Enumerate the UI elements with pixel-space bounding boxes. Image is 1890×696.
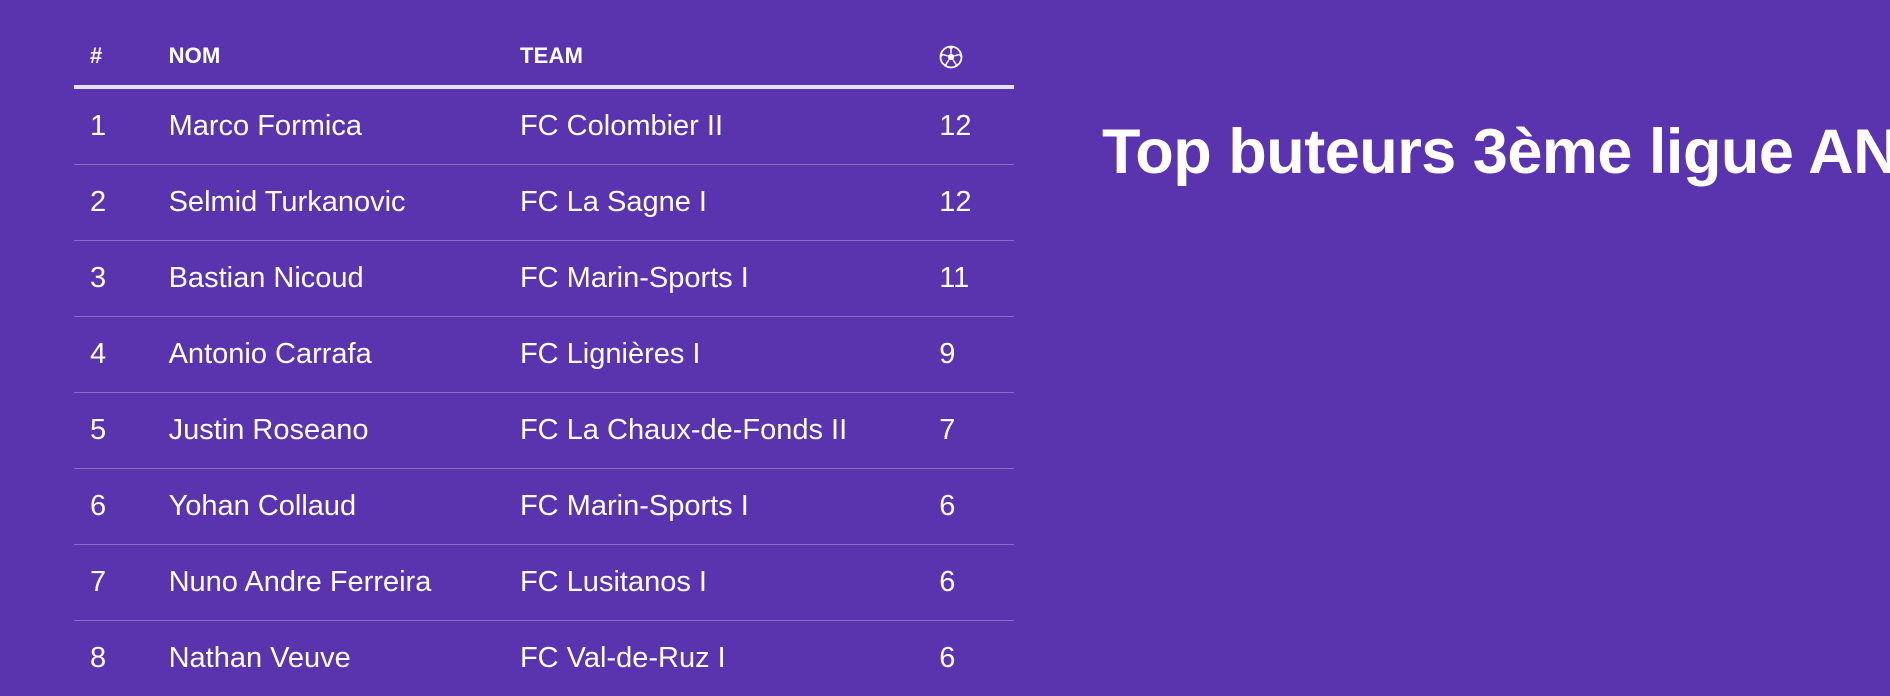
cell-team: FC Colombier II xyxy=(503,87,924,165)
cell-goals: 12 xyxy=(923,164,1014,241)
cell-goals: 9 xyxy=(923,316,1014,393)
cell-team: FC La Chaux-de-Fonds II xyxy=(503,392,924,469)
table-row: 5 Justin Roseano FC La Chaux-de-Fonds II… xyxy=(74,392,1014,469)
table-row: 7 Nuno Andre Ferreira FC Lusitanos I 6 xyxy=(74,544,1014,621)
table-row: 2 Selmid Turkanovic FC La Sagne I 12 xyxy=(74,164,1014,241)
cell-team: FC Marin-Sports I xyxy=(503,468,924,545)
cell-name: Marco Formica xyxy=(152,87,504,165)
cell-name: Selmid Turkanovic xyxy=(152,164,504,241)
cell-team: FC Lusitanos I xyxy=(503,544,924,621)
cell-name: Justin Roseano xyxy=(152,392,504,469)
cell-name: Nathan Veuve xyxy=(152,620,504,696)
cell-name: Yohan Collaud xyxy=(152,468,504,545)
cell-rank: 1 xyxy=(74,87,153,165)
column-header-team: TEAM xyxy=(503,26,924,89)
cell-team: FC Val-de-Ruz I xyxy=(503,620,924,696)
cell-rank: 2 xyxy=(74,164,153,241)
column-header-name: NOM xyxy=(152,26,504,89)
cell-goals: 6 xyxy=(923,620,1014,696)
table-row: 3 Bastian Nicoud FC Marin-Sports I 11 xyxy=(74,240,1014,317)
cell-team: FC La Sagne I xyxy=(503,164,924,241)
cell-rank: 7 xyxy=(74,544,153,621)
cell-rank: 4 xyxy=(74,316,153,393)
cell-goals: 12 xyxy=(923,87,1014,165)
cell-team: FC Lignières I xyxy=(503,316,924,393)
table-row: 1 Marco Formica FC Colombier II 12 xyxy=(74,87,1014,165)
table-row: 8 Nathan Veuve FC Val-de-Ruz I 6 xyxy=(74,620,1014,696)
column-header-rank: # xyxy=(74,26,153,89)
cell-name: Nuno Andre Ferreira xyxy=(152,544,504,621)
cell-goals: 6 xyxy=(923,468,1014,545)
top-scorers-table: # NOM TEAM 1 Marco Formica FC Colombier … xyxy=(74,26,1014,696)
cell-rank: 3 xyxy=(74,240,153,317)
page-title: Top buteurs 3ème ligue ANF xyxy=(1102,117,1890,187)
cell-goals: 11 xyxy=(923,240,1014,317)
cell-goals: 7 xyxy=(923,392,1014,469)
cell-team: FC Marin-Sports I xyxy=(503,240,924,317)
column-header-goals xyxy=(923,26,1014,89)
scorers-page: # NOM TEAM 1 Marco Formica FC Colombier … xyxy=(0,0,1890,696)
cell-rank: 5 xyxy=(74,392,153,469)
table-header-row: # NOM TEAM xyxy=(74,26,1014,89)
cell-goals: 6 xyxy=(923,544,1014,621)
cell-name: Bastian Nicoud xyxy=(152,240,504,317)
soccer-ball-icon xyxy=(939,45,963,68)
cell-rank: 6 xyxy=(74,468,153,545)
table-row: 4 Antonio Carrafa FC Lignières I 9 xyxy=(74,316,1014,393)
cell-rank: 8 xyxy=(74,620,153,696)
table-row: 6 Yohan Collaud FC Marin-Sports I 6 xyxy=(74,468,1014,545)
cell-name: Antonio Carrafa xyxy=(152,316,504,393)
